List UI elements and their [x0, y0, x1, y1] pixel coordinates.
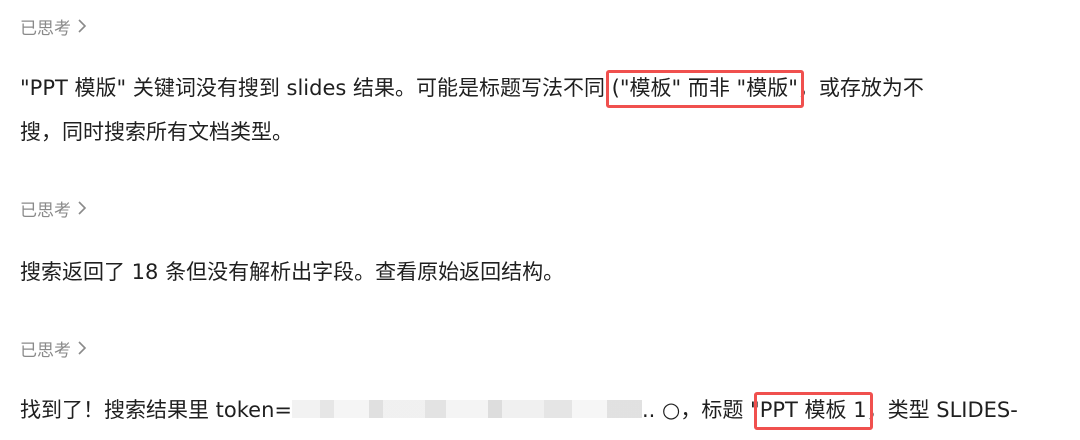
thinking-label: 已思考	[20, 200, 71, 221]
message-text: ，或存放为不	[797, 76, 924, 100]
chevron-right-icon	[77, 19, 87, 33]
message-text: 搜，同时搜索所有文档类型。	[20, 120, 293, 144]
highlighted-text: ("模板" 而非 "模版"	[611, 76, 798, 100]
message-text: 搜索返回了 18 条但没有解析出字段。查看原始返回结构。	[20, 260, 565, 284]
thinking-toggle-1[interactable]: 已思考	[20, 14, 87, 39]
redacted-token-tail: .. ○	[642, 398, 681, 422]
thinking-toggle-2[interactable]: 已思考	[20, 196, 87, 221]
assistant-message-3: 找到了！搜索结果里 token= .. ○，标题 "PPT 模板 1，类型 SLI…	[20, 392, 1018, 428]
assistant-message-1-line2: 搜，同时搜索所有文档类型。	[20, 114, 293, 150]
message-text: ，标题 "	[680, 398, 760, 422]
thinking-toggle-3[interactable]: 已思考	[20, 336, 87, 361]
chevron-right-icon	[77, 341, 87, 355]
chevron-right-icon	[77, 201, 87, 215]
thinking-label: 已思考	[20, 340, 71, 361]
message-text: ，类型 SLIDES-	[866, 398, 1018, 422]
assistant-message-1: "PPT 模版" 关键词没有搜到 slides 结果。可能是标题写法不同 ("模…	[20, 70, 924, 106]
thinking-label: 已思考	[20, 18, 71, 39]
message-text: 找到了！搜索结果里 token=	[20, 398, 292, 422]
redacted-token	[292, 400, 642, 418]
message-text: "PPT 模版" 关键词没有搜到 slides 结果。可能是标题写法不同	[20, 76, 605, 100]
assistant-message-2: 搜索返回了 18 条但没有解析出字段。查看原始返回结构。	[20, 254, 564, 290]
highlighted-text: PPT 模板 1	[759, 398, 867, 422]
